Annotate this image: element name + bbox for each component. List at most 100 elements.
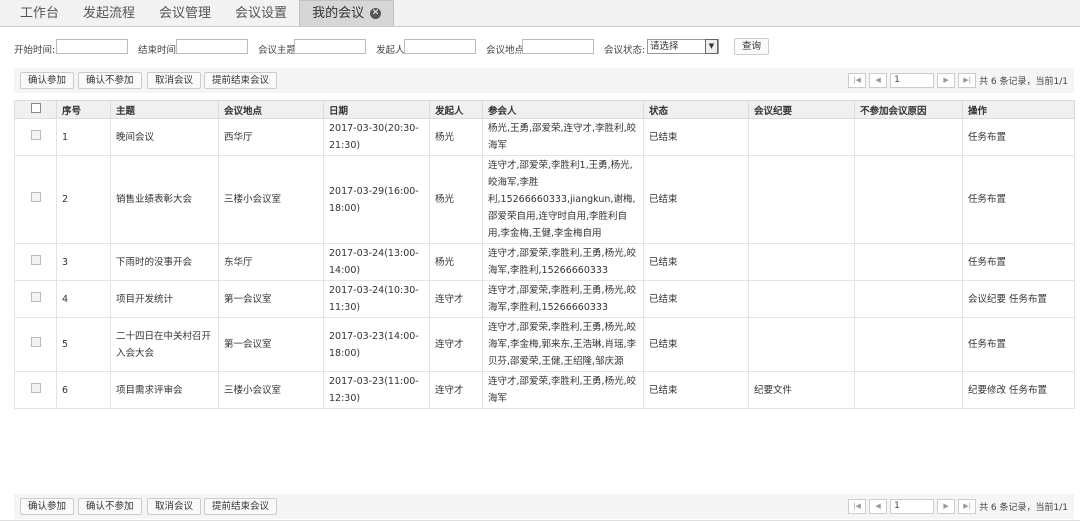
cell-date: 2017-03-24(10:30-11:30) bbox=[323, 280, 430, 318]
row-checkbox[interactable] bbox=[14, 118, 57, 156]
cell-topic-link[interactable]: 项目开发统计 bbox=[110, 280, 219, 318]
last-page-icon[interactable]: ▶| bbox=[958, 499, 977, 514]
cell-status: 已结束 bbox=[643, 243, 749, 281]
task-assign-link[interactable]: 任务布置 bbox=[968, 132, 1006, 143]
end-time-label: 结束时间: bbox=[138, 45, 180, 56]
col-header: 序号 bbox=[56, 100, 111, 119]
next-page-icon[interactable]: ▶ bbox=[937, 73, 956, 88]
cell-ops: 任务布置 bbox=[962, 243, 1075, 281]
tab-start-process[interactable]: 发起流程 bbox=[71, 1, 147, 26]
meeting-minutes-link[interactable]: 会议纪要 bbox=[968, 294, 1006, 305]
initiator-label: 发起人: bbox=[376, 45, 408, 56]
task-assign-link[interactable]: 任务布置 bbox=[968, 339, 1006, 350]
start-time-input[interactable] bbox=[56, 39, 128, 54]
initiator-input[interactable] bbox=[404, 39, 476, 54]
row-checkbox[interactable] bbox=[14, 371, 57, 409]
end-early-button[interactable]: 提前结束会议 bbox=[204, 498, 278, 515]
col-header: 不参加会议原因 bbox=[854, 100, 963, 119]
task-assign-link[interactable]: 任务布置 bbox=[1009, 294, 1047, 305]
cell-reason bbox=[854, 371, 963, 409]
cell-no: 2 bbox=[56, 155, 111, 244]
checkbox-icon bbox=[30, 382, 41, 393]
col-header: 状态 bbox=[643, 100, 749, 119]
cell-topic-link[interactable]: 销售业绩表彰大会 bbox=[110, 155, 219, 244]
first-page-icon[interactable]: |◀ bbox=[848, 73, 867, 88]
row-checkbox[interactable] bbox=[14, 280, 57, 318]
cell-topic-link[interactable]: 晚间会议 bbox=[110, 118, 219, 156]
table-row: 2 销售业绩表彰大会 三楼小会议室 2017-03-29(16:00-18:00… bbox=[14, 155, 1075, 244]
cell-reason bbox=[854, 118, 963, 156]
cell-status: 已结束 bbox=[643, 155, 749, 244]
cell-minutes bbox=[748, 317, 855, 372]
tab-workbench[interactable]: 工作台 bbox=[8, 1, 71, 26]
cell-ops: 任务布置 bbox=[962, 317, 1075, 372]
col-header: 日期 bbox=[323, 100, 430, 119]
cell-minutes bbox=[748, 280, 855, 318]
filter-bar: 开始时间: 结束时间: 会议主题: 发起人: 会议地点: 会议状态: 请选择 ▼… bbox=[0, 38, 1080, 58]
query-button[interactable]: 查询 bbox=[734, 38, 770, 55]
last-page-icon[interactable]: ▶| bbox=[958, 73, 977, 88]
page-info: 共 6 条记录，当前1/1 bbox=[979, 77, 1068, 87]
tab-meeting-settings[interactable]: 会议设置 bbox=[223, 1, 299, 26]
cell-topic-link[interactable]: 二十四日在中关村召开入会大会 bbox=[110, 317, 219, 372]
tab-my-meetings[interactable]: 我的会议 ✕ bbox=[299, 0, 395, 26]
task-assign-link[interactable]: 任务布置 bbox=[968, 194, 1006, 205]
task-assign-link[interactable]: 任务布置 bbox=[1009, 385, 1047, 396]
confirm-attend-button[interactable]: 确认参加 bbox=[20, 72, 75, 89]
meetings-table: 序号 主题 会议地点 日期 发起人 参会人 状态 会议纪要 不参加会议原因 操作… bbox=[14, 100, 1075, 409]
cell-initiator: 杨光 bbox=[429, 243, 483, 281]
col-header: 主题 bbox=[110, 100, 219, 119]
row-checkbox[interactable] bbox=[14, 243, 57, 281]
task-assign-link[interactable]: 任务布置 bbox=[968, 257, 1006, 268]
cell-topic-link[interactable]: 项目需求评审会 bbox=[110, 371, 219, 409]
cell-initiator: 连守才 bbox=[429, 317, 483, 372]
row-checkbox[interactable] bbox=[14, 317, 57, 372]
chevron-down-icon: ▼ bbox=[705, 39, 718, 54]
row-checkbox[interactable] bbox=[14, 155, 57, 244]
checkbox-icon bbox=[30, 192, 41, 202]
end-early-button[interactable]: 提前结束会议 bbox=[204, 72, 278, 89]
action-toolbar-top: 确认参加 确认不参加 取消会议 提前结束会议 |◀ ◀ 1 ▶ ▶| 共 6 条… bbox=[14, 68, 1074, 93]
page-number-input[interactable]: 1 bbox=[890, 73, 935, 88]
cell-location: 三楼小会议室 bbox=[218, 371, 324, 409]
checkbox-icon bbox=[30, 291, 41, 302]
page-number-input[interactable]: 1 bbox=[890, 499, 935, 514]
cell-reason bbox=[854, 280, 963, 318]
prev-page-icon[interactable]: ◀ bbox=[869, 73, 888, 88]
start-time-label: 开始时间: bbox=[14, 45, 56, 56]
location-input[interactable] bbox=[522, 39, 594, 54]
checkbox-icon bbox=[30, 103, 41, 113]
cell-minutes bbox=[748, 118, 855, 156]
action-toolbar-bottom: 确认参加 确认不参加 取消会议 提前结束会议 |◀ ◀ 1 ▶ ▶| 共 6 条… bbox=[14, 494, 1074, 519]
confirm-not-attend-button[interactable]: 确认不参加 bbox=[78, 498, 142, 515]
cancel-meeting-button[interactable]: 取消会议 bbox=[147, 498, 202, 515]
cell-attendees: 连守才,邵爱荣,李胜利,王勇,杨光,皎海军,李金梅,郭来东,王浩琳,肖瑶,李贝芬… bbox=[482, 317, 644, 372]
cell-minutes bbox=[748, 155, 855, 244]
tab-meeting-management[interactable]: 会议管理 bbox=[147, 1, 223, 26]
cancel-meeting-button[interactable]: 取消会议 bbox=[147, 72, 202, 89]
edit-minutes-link[interactable]: 纪要修改 bbox=[968, 385, 1006, 396]
cell-reason bbox=[854, 243, 963, 281]
confirm-attend-button[interactable]: 确认参加 bbox=[20, 498, 75, 515]
cell-status: 已结束 bbox=[643, 371, 749, 409]
first-page-icon[interactable]: |◀ bbox=[848, 499, 867, 514]
cell-no: 3 bbox=[56, 243, 111, 281]
confirm-not-attend-button[interactable]: 确认不参加 bbox=[78, 72, 142, 89]
cell-initiator: 连守才 bbox=[429, 371, 483, 409]
prev-page-icon[interactable]: ◀ bbox=[869, 499, 888, 514]
select-all-checkbox[interactable] bbox=[14, 100, 57, 119]
checkbox-icon bbox=[30, 254, 41, 265]
minutes-file-link[interactable]: 纪要文件 bbox=[748, 371, 855, 409]
next-page-icon[interactable]: ▶ bbox=[937, 499, 956, 514]
end-time-input[interactable] bbox=[176, 39, 248, 54]
table-row: 4 项目开发统计 第一会议室 2017-03-24(10:30-11:30) 连… bbox=[14, 280, 1075, 318]
page-info: 共 6 条记录，当前1/1 bbox=[979, 503, 1068, 513]
topic-input[interactable] bbox=[294, 39, 366, 54]
cell-no: 5 bbox=[56, 317, 111, 372]
cell-topic-link[interactable]: 下雨时的没事开会 bbox=[110, 243, 219, 281]
cell-status: 已结束 bbox=[643, 118, 749, 156]
table-row: 5 二十四日在中关村召开入会大会 第一会议室 2017-03-23(14:00-… bbox=[14, 317, 1075, 372]
cell-ops: 会议纪要 任务布置 bbox=[962, 280, 1075, 318]
status-select[interactable]: 请选择 ▼ bbox=[647, 39, 719, 54]
close-icon[interactable]: ✕ bbox=[370, 8, 382, 19]
